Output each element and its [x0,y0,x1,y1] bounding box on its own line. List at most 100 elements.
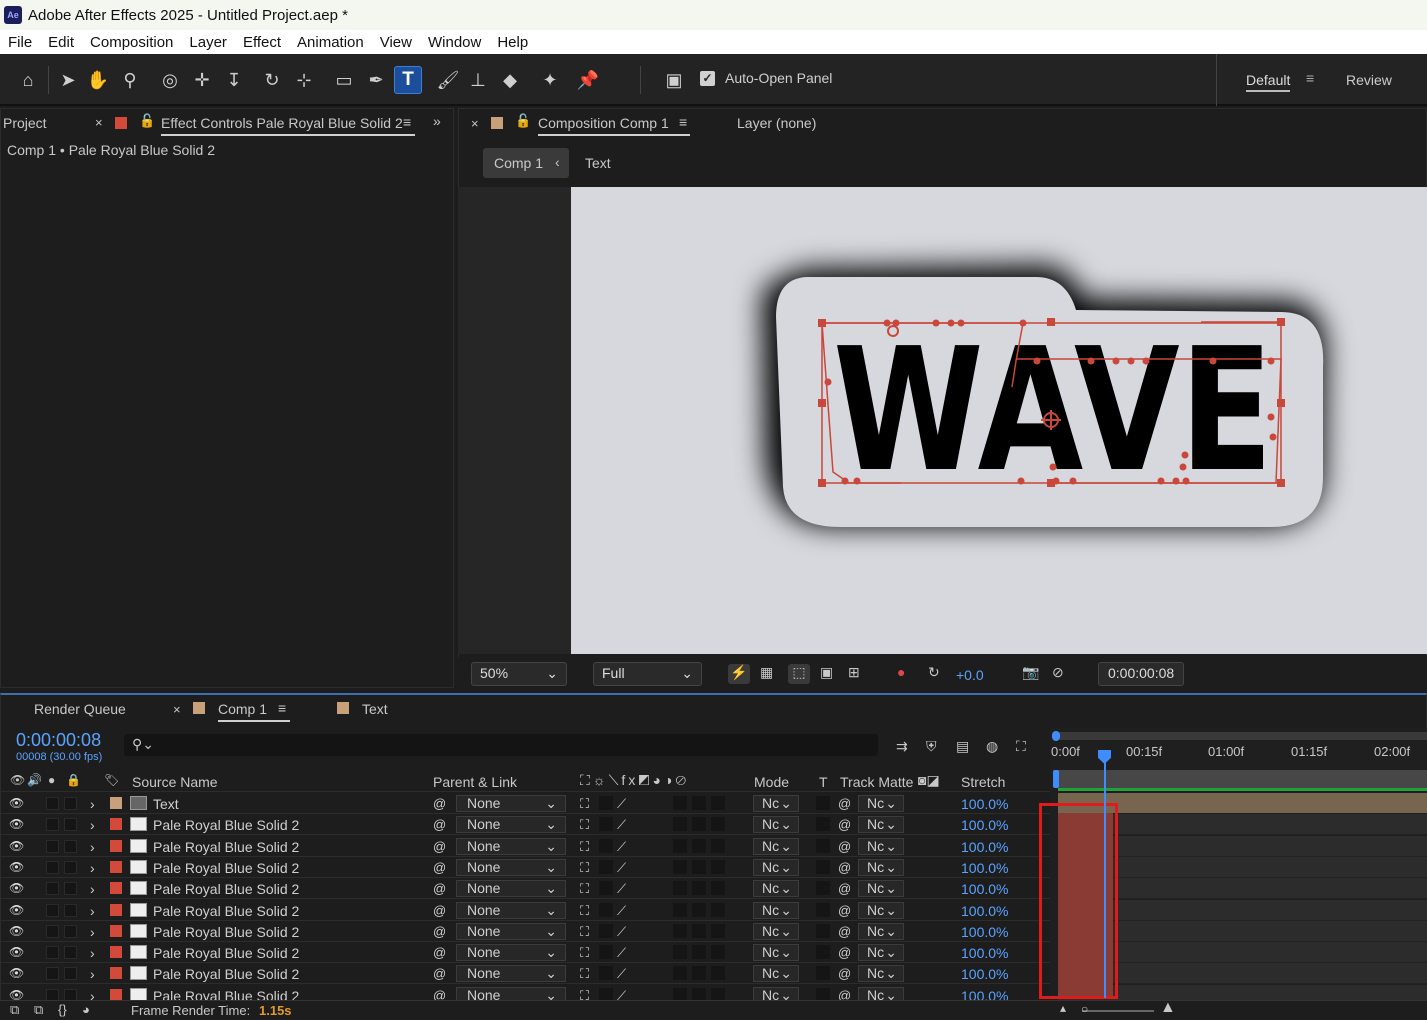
render-queue-tab[interactable]: Render Queue [34,701,126,717]
solo-toggle[interactable] [46,818,59,832]
eye-icon[interactable]: 👁 [9,817,24,831]
fx-switch[interactable] [673,945,687,960]
3d-switch[interactable] [711,881,725,896]
mode-dropdown[interactable]: Nc ⌄ [753,816,799,834]
stretch-value[interactable]: 100.0% [961,945,1008,961]
solo-toggle[interactable] [46,839,59,853]
collapse-switch[interactable] [599,923,613,938]
preserve-transparency-toggle[interactable] [816,945,830,960]
collapse-switch[interactable] [599,796,613,810]
eye-icon[interactable]: 👁 [9,839,24,853]
mode-dropdown[interactable]: Nc ⌄ [753,901,799,919]
zoom-icon[interactable]: ⚲ [118,68,142,92]
expand-panels-icon[interactable]: » [433,113,441,129]
parent-dropdown[interactable]: None ⌄ [456,922,566,940]
shy-switch-icon[interactable]: ⛶ [580,796,589,812]
motion-blur-switch[interactable] [692,923,706,938]
fx-switch[interactable] [673,902,687,917]
3d-switch[interactable] [711,859,725,874]
eye-icon[interactable]: 👁 [9,903,24,917]
rectangle-icon[interactable]: ▭ [332,68,356,92]
menu-effect[interactable]: Effect [235,34,289,51]
mode-dropdown[interactable]: Nc ⌄ [753,858,799,876]
preserve-transparency-toggle[interactable] [816,881,830,896]
lock-toggle[interactable] [64,946,77,960]
home-icon[interactable]: ⌂ [16,68,40,92]
pickwhip-icon[interactable]: @ [433,839,446,854]
collapse-switch[interactable] [599,966,613,981]
menu-edit[interactable]: Edit [40,34,82,51]
track-matte-dropdown[interactable]: Nc ⌄ [858,816,904,834]
collapse-switch[interactable] [599,881,613,896]
3d-switch[interactable] [711,796,725,810]
stretch-value[interactable]: 100.0% [961,839,1008,855]
viewer-timecode[interactable]: 0:00:00:08 [1098,662,1184,686]
solo-toggle[interactable] [46,797,59,810]
chevron-right-icon[interactable]: › [90,903,95,919]
parent-dropdown[interactable]: None ⌄ [456,965,566,983]
fx-switch[interactable] [673,881,687,896]
chevron-right-icon[interactable]: › [90,945,95,961]
lock-toggle[interactable] [64,860,77,874]
preserve-transparency-toggle[interactable] [816,923,830,938]
solo-toggle[interactable] [46,882,59,896]
layer-row[interactable]: 👁 › Pale Royal Blue Solid 2 @ None ⌄ ⛶ ⟋ … [0,963,1050,985]
in-out-icon[interactable]: {} [58,1002,67,1017]
lock-toggle[interactable] [64,818,77,832]
selection-icon[interactable]: ➤ [56,68,80,92]
quality-switch-icon[interactable]: ⟋ [617,860,626,876]
solo-toggle[interactable] [46,967,59,981]
close-icon[interactable]: × [173,702,181,717]
menu-animation[interactable]: Animation [289,34,372,51]
text-tab[interactable]: Text [362,701,388,717]
label-swatch[interactable] [110,924,122,937]
quality-switch-icon[interactable]: ⟋ [617,966,626,982]
label-swatch[interactable] [110,988,122,1001]
solo-toggle[interactable] [46,946,59,960]
matte-pickwhip-icon[interactable]: @ [838,796,851,811]
pickwhip-icon[interactable]: @ [433,860,446,875]
comp-breadcrumb-button[interactable]: Comp 1 ‹ [483,148,569,178]
panel-menu-icon[interactable]: ≡ [679,114,687,130]
stretch-value[interactable]: 100.0% [961,924,1008,940]
eye-icon[interactable]: 👁 [9,924,24,938]
fx-switch[interactable] [673,923,687,938]
quality-switch-icon[interactable]: ⟋ [617,903,626,919]
mode-dropdown[interactable]: Nc ⌄ [753,922,799,940]
eye-icon[interactable]: 👁 [9,945,24,959]
solo-toggle[interactable] [46,924,59,938]
motion-blur-switch[interactable] [692,902,706,917]
chevron-right-icon[interactable]: › [90,839,95,855]
zoom-slider[interactable] [1082,1010,1154,1012]
shy-switch-icon[interactable]: ⛶ [580,945,589,961]
workspace-default[interactable]: Default [1246,72,1291,92]
collapse-switch[interactable] [599,838,613,853]
stretch-value[interactable]: 100.0% [961,881,1008,897]
preserve-transparency-toggle[interactable] [816,966,830,981]
fx-switch[interactable] [673,817,687,832]
pickwhip-icon[interactable]: @ [433,924,446,939]
layer-name[interactable]: Pale Royal Blue Solid 2 [153,924,299,940]
track-matte-dropdown[interactable]: Nc ⌄ [858,837,904,855]
track-matte-dropdown[interactable]: Nc ⌄ [858,858,904,876]
quality-switch-icon[interactable]: ⟋ [617,881,626,897]
pan-icon[interactable]: ✛ [190,68,214,92]
project-tab[interactable]: Project [3,115,47,131]
lock-toggle[interactable] [64,882,77,896]
zoom-in-icon[interactable]: ▲ [1160,999,1176,1017]
shy-switch-icon[interactable]: ⛶ [580,924,589,940]
hand-icon[interactable]: ✋ [86,68,110,92]
eye-icon[interactable]: 👁 [9,860,24,874]
shy-switch-icon[interactable]: ⛶ [580,860,589,876]
collapse-switch[interactable] [599,817,613,832]
track-matte-dropdown[interactable]: Nc ⌄ [858,965,904,983]
exposure-value[interactable]: +0.0 [956,667,984,683]
shy-switch-icon[interactable]: ⛶ [580,839,589,855]
parent-dropdown[interactable]: None ⌄ [456,837,566,855]
menu-layer[interactable]: Layer [181,34,235,51]
preserve-transparency-toggle[interactable] [816,902,830,917]
fx-switch[interactable] [673,796,687,810]
transfer-controls-icon[interactable]: ⧉ [34,1002,43,1018]
matte-pickwhip-icon[interactable]: @ [838,860,851,875]
motion-blur-switch[interactable] [692,859,706,874]
